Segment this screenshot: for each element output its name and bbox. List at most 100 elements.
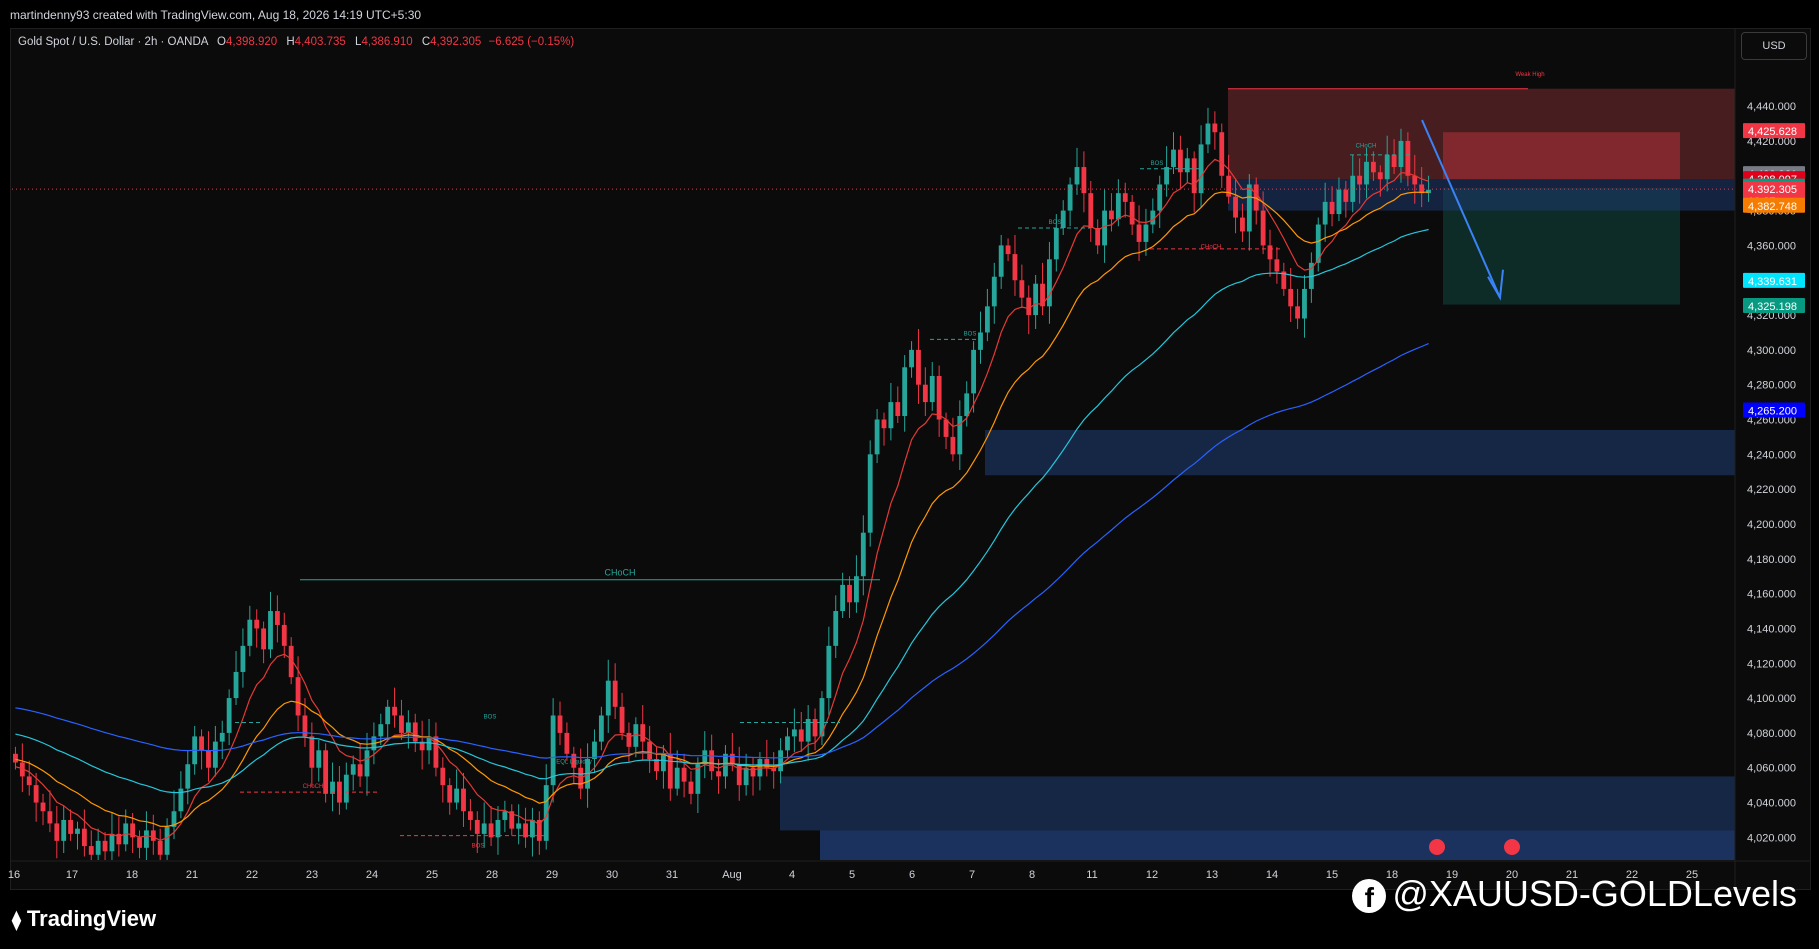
y-tick-label: 4,240.000 bbox=[1747, 449, 1796, 461]
candle-body bbox=[1067, 184, 1073, 211]
candle-body bbox=[495, 819, 501, 838]
candle-body bbox=[1329, 201, 1335, 215]
candle-body bbox=[467, 811, 473, 820]
candle-body bbox=[1405, 140, 1411, 176]
candle-body bbox=[640, 724, 646, 742]
candle-body bbox=[626, 732, 632, 747]
candle-body bbox=[984, 306, 990, 333]
candle-body bbox=[1033, 283, 1039, 316]
candle-body bbox=[681, 767, 687, 782]
candle-body bbox=[1012, 254, 1018, 281]
x-tick-label: 17 bbox=[66, 869, 78, 881]
candle-body bbox=[233, 671, 239, 699]
y-tick-label: 4,300.000 bbox=[1747, 345, 1796, 357]
price-label-text: 4,325.198 bbox=[1748, 301, 1797, 313]
candle-body bbox=[385, 706, 391, 725]
candle-body bbox=[316, 750, 322, 768]
candle-body bbox=[81, 828, 87, 847]
candle-body bbox=[902, 367, 908, 417]
x-tick-label: 8 bbox=[1029, 869, 1035, 881]
candle-body bbox=[247, 619, 253, 646]
change-value: −6.625 (−0.15%) bbox=[488, 36, 575, 48]
structure-label: CHoCH bbox=[303, 784, 324, 790]
open-label: O bbox=[217, 36, 226, 48]
candle-body bbox=[791, 729, 797, 737]
candle-body bbox=[1053, 227, 1059, 260]
candle-body bbox=[1191, 158, 1197, 194]
candle-body bbox=[1322, 201, 1328, 225]
candle-body bbox=[1233, 196, 1238, 218]
candle-body bbox=[502, 811, 508, 820]
candle-body bbox=[612, 680, 618, 707]
candle-body bbox=[212, 741, 218, 768]
candle-body bbox=[461, 788, 466, 812]
currency-button[interactable]: USD bbox=[1741, 32, 1807, 60]
candle-body bbox=[295, 677, 301, 716]
candle-body bbox=[1164, 167, 1170, 185]
candle-body bbox=[1047, 259, 1052, 307]
candle-body bbox=[1184, 158, 1190, 173]
x-tick-label: 7 bbox=[969, 869, 975, 881]
stop-loss-zone bbox=[1443, 132, 1680, 180]
candle-body bbox=[137, 837, 142, 848]
structure-label: BOS bbox=[1151, 161, 1164, 167]
candle-body bbox=[812, 718, 818, 737]
candle-body bbox=[109, 833, 115, 852]
x-tick-label: 29 bbox=[546, 869, 558, 881]
candle-body bbox=[998, 245, 1004, 277]
candle-body bbox=[1302, 288, 1307, 319]
candle-body bbox=[530, 819, 535, 838]
candle-body bbox=[778, 750, 784, 772]
candle-body bbox=[916, 349, 921, 385]
candle-body bbox=[750, 767, 756, 777]
x-tick-label: 15 bbox=[1326, 869, 1338, 881]
candle-body bbox=[1295, 306, 1300, 319]
candle-body bbox=[874, 419, 880, 455]
x-tick-label: 23 bbox=[306, 869, 318, 881]
x-tick-label: 18 bbox=[126, 869, 138, 881]
tradingview-brand[interactable]: ⧫ TradingView bbox=[12, 906, 156, 932]
price-label-text: 4,265.200 bbox=[1748, 405, 1797, 417]
price-chart[interactable]: CHoCH BOS BOS BOS BOS CHoCH CHoCH CHoCH EQL Liqu… bbox=[0, 0, 1819, 949]
structure-label: CHoCH bbox=[1356, 143, 1377, 149]
candle-body bbox=[95, 840, 101, 855]
candle-body bbox=[833, 611, 839, 646]
candle-body bbox=[1391, 154, 1397, 168]
candle-body bbox=[1122, 193, 1128, 202]
candle-body bbox=[716, 771, 721, 777]
demand-zone-base bbox=[780, 776, 1735, 831]
candle-body bbox=[964, 393, 970, 417]
y-tick-label: 4,020.000 bbox=[1747, 832, 1796, 844]
candle-body bbox=[785, 736, 790, 751]
candle-body bbox=[1040, 283, 1045, 307]
candle-body bbox=[922, 384, 928, 403]
watermark-text: @XAUUSD-GOLDLevels bbox=[1392, 873, 1797, 914]
candle-body bbox=[392, 706, 397, 716]
candle-body bbox=[1267, 245, 1273, 260]
candle-body bbox=[1088, 193, 1094, 228]
structure-label: Weak High bbox=[1515, 72, 1544, 78]
y-tick-label: 4,440.000 bbox=[1747, 101, 1796, 113]
structure-label: BOS bbox=[964, 331, 977, 337]
candle-body bbox=[592, 741, 597, 760]
candle-body bbox=[1171, 149, 1176, 168]
candle-body bbox=[860, 532, 866, 577]
y-tick-label: 4,140.000 bbox=[1747, 623, 1796, 635]
demand-zone-low bbox=[820, 830, 1735, 860]
demand-zone-mid bbox=[985, 429, 1735, 476]
candle-body bbox=[1157, 184, 1163, 211]
candle-body bbox=[1274, 259, 1280, 272]
candle-body bbox=[1364, 161, 1369, 185]
candle-body bbox=[1246, 184, 1252, 232]
candle-body bbox=[1060, 210, 1066, 228]
candle-body bbox=[1357, 175, 1363, 185]
candle-body bbox=[88, 846, 94, 855]
candle-body bbox=[605, 680, 611, 716]
candle-body bbox=[378, 724, 384, 737]
brand-text: TradingView bbox=[26, 906, 157, 931]
candle-body bbox=[1260, 210, 1266, 246]
candle-body bbox=[364, 750, 370, 777]
candle-body bbox=[847, 584, 852, 603]
candle-body bbox=[226, 698, 232, 733]
y-tick-label: 4,160.000 bbox=[1747, 589, 1796, 601]
